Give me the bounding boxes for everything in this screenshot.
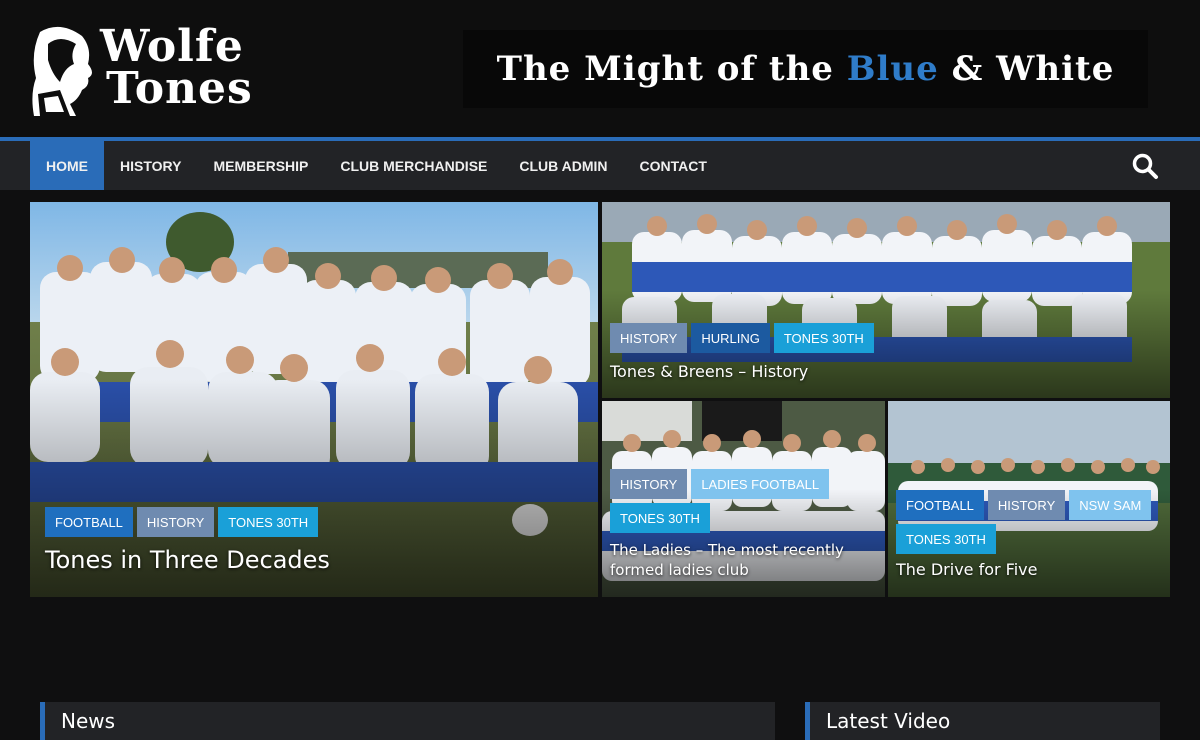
nav-item-membership[interactable]: MEMBERSHIP bbox=[197, 141, 324, 190]
tile-4-title[interactable]: The Drive for Five bbox=[896, 560, 1037, 579]
banner-tagline: The Might of the Blue & White bbox=[497, 49, 1115, 89]
tagline-part-1: The Might of the bbox=[496, 49, 847, 89]
tag-tones-30th[interactable]: TONES 30TH bbox=[773, 323, 874, 353]
news-heading: News bbox=[61, 709, 116, 733]
wolfe-tone-portrait-icon bbox=[32, 26, 92, 116]
featured-post-4[interactable]: FOOTBALL HISTORY NSW SAM TONES 30TH The … bbox=[888, 401, 1170, 597]
tile-3-title[interactable]: The Ladies – The most recently formed la… bbox=[610, 540, 844, 580]
tile-1-title[interactable]: Tones in Three Decades bbox=[45, 546, 330, 574]
tag-hurling[interactable]: HURLING bbox=[691, 323, 770, 353]
logo-line-2: Tones bbox=[106, 63, 253, 114]
tag-football[interactable]: FOOTBALL bbox=[45, 507, 133, 537]
nav-item-history[interactable]: HISTORY bbox=[104, 141, 197, 190]
tile-2-tags: HISTORY HURLING TONES 30TH bbox=[610, 323, 874, 353]
site-header: Wolfe Tones The Might of the Blue & Whit… bbox=[0, 0, 1200, 138]
tag-history[interactable]: HISTORY bbox=[136, 507, 215, 537]
tag-history[interactable]: HISTORY bbox=[610, 469, 688, 499]
header-banner: The Might of the Blue & White bbox=[463, 30, 1148, 108]
featured-post-2[interactable]: HISTORY HURLING TONES 30TH Tones & Breen… bbox=[602, 202, 1170, 398]
latest-video-section-header: Latest Video bbox=[805, 702, 1160, 740]
tile-3-tags: HISTORY LADIES FOOTBALL TONES 30TH bbox=[610, 469, 880, 533]
featured-post-1[interactable]: FOOTBALL HISTORY TONES 30TH Tones in Thr… bbox=[30, 202, 598, 597]
logo-line-1: Wolfe bbox=[100, 21, 244, 72]
tile-4-tags: FOOTBALL HISTORY NSW SAM TONES 30TH bbox=[896, 490, 1166, 554]
tag-tones-30th[interactable]: TONES 30TH bbox=[610, 503, 710, 533]
nav-item-contact[interactable]: CONTACT bbox=[624, 141, 723, 190]
tag-history[interactable]: HISTORY bbox=[610, 323, 688, 353]
nav-item-club-admin[interactable]: CLUB ADMIN bbox=[503, 141, 623, 190]
nav-item-club-merchandise[interactable]: CLUB MERCHANDISE bbox=[324, 141, 503, 190]
tag-football[interactable]: FOOTBALL bbox=[896, 490, 984, 520]
tile-1-tags: FOOTBALL HISTORY TONES 30TH bbox=[45, 507, 319, 537]
tag-tones-30th[interactable]: TONES 30TH bbox=[218, 507, 319, 537]
tile-3-title-line-1: The Ladies – The most recently bbox=[610, 541, 844, 559]
tile-2-title[interactable]: Tones & Breens – History bbox=[610, 362, 808, 381]
featured-post-3[interactable]: HISTORY LADIES FOOTBALL TONES 30TH The L… bbox=[602, 401, 885, 597]
site-logo[interactable]: Wolfe Tones bbox=[30, 24, 290, 116]
tile-3-title-line-2: formed ladies club bbox=[610, 561, 749, 579]
news-section-header: News bbox=[40, 702, 775, 740]
tagline-part-2: & White bbox=[938, 49, 1115, 89]
logo-wordmark: Wolfe Tones bbox=[100, 21, 253, 114]
tagline-blue-word: Blue bbox=[846, 49, 939, 89]
tag-nsw-sam[interactable]: NSW SAM bbox=[1069, 490, 1152, 520]
tile-overlay bbox=[30, 202, 598, 597]
search-icon[interactable] bbox=[1130, 151, 1160, 181]
nav-menu: HOME HISTORY MEMBERSHIP CLUB MERCHANDISE… bbox=[30, 141, 723, 190]
main-nav: HOME HISTORY MEMBERSHIP CLUB MERCHANDISE… bbox=[0, 141, 1200, 190]
latest-video-heading: Latest Video bbox=[826, 709, 951, 733]
tag-ladies-football[interactable]: LADIES FOOTBALL bbox=[691, 469, 830, 499]
tag-history[interactable]: HISTORY bbox=[987, 490, 1066, 520]
tag-tones-30th[interactable]: TONES 30TH bbox=[896, 524, 996, 554]
nav-item-home[interactable]: HOME bbox=[30, 141, 104, 190]
